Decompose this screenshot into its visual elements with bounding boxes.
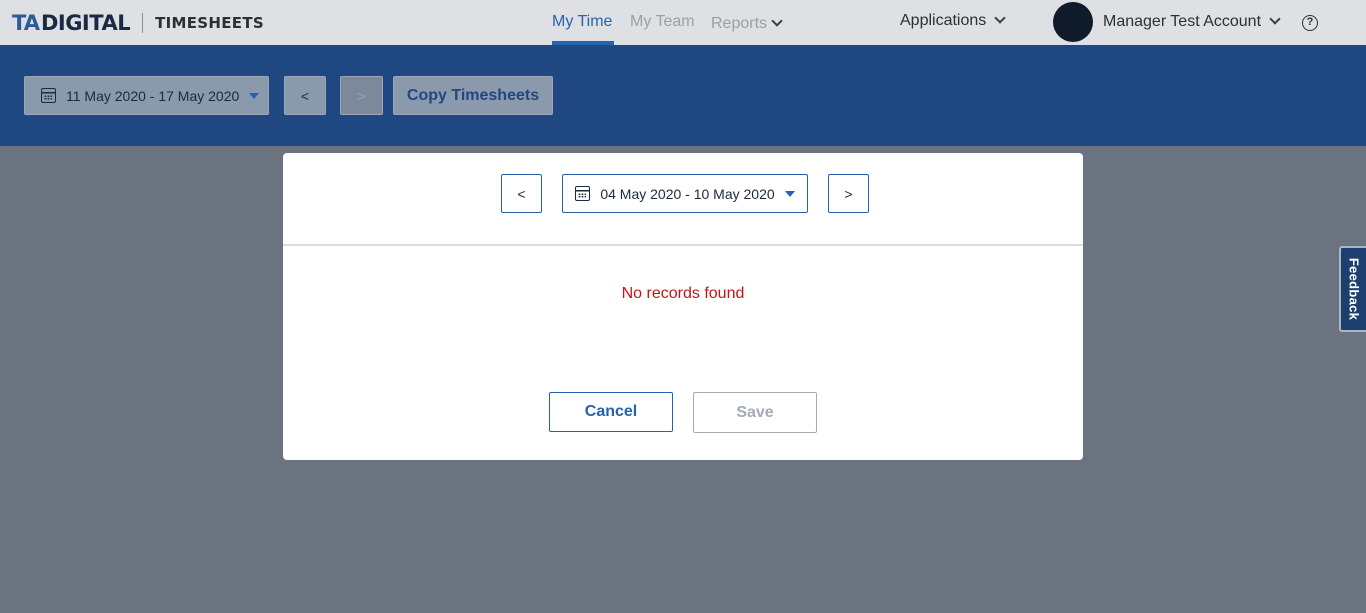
nav-reports[interactable]: Reports	[711, 15, 783, 33]
ta-digital-logo[interactable]: TA DIGITAL TIMESHEETS	[12, 11, 264, 35]
logo-digital-text: DIGITAL	[40, 11, 131, 35]
chevron-down-icon	[771, 15, 783, 27]
modal-next-week-button[interactable]: >	[828, 174, 869, 213]
nav-my-team[interactable]: My Team	[630, 13, 695, 31]
feedback-tab[interactable]: Feedback	[1339, 246, 1366, 332]
account-name: Manager Test Account	[1103, 13, 1262, 30]
logo-divider	[142, 13, 144, 33]
calendar-icon	[41, 88, 56, 103]
timesheet-toolbar: 11 May 2020 - 17 May 2020 < > Copy Times…	[0, 45, 1366, 146]
chevron-down-icon	[1269, 13, 1281, 25]
caret-down-icon	[784, 190, 795, 197]
modal-week-picker-label: 04 May 2020 - 10 May 2020	[600, 185, 775, 202]
cancel-button[interactable]: Cancel	[549, 392, 673, 432]
modal-previous-week-button[interactable]: <	[501, 174, 542, 213]
week-picker-label: 11 May 2020 - 17 May 2020	[66, 87, 240, 104]
top-navbar: TA DIGITAL TIMESHEETS My Time My Team Re…	[0, 0, 1366, 45]
feedback-label: Feedback	[1346, 257, 1361, 321]
modal-divider	[283, 244, 1083, 246]
copy-timesheets-button[interactable]: Copy Timesheets	[393, 76, 553, 115]
nav-my-time[interactable]: My Time	[552, 13, 612, 31]
save-button[interactable]: Save	[693, 392, 817, 433]
week-picker[interactable]: 11 May 2020 - 17 May 2020	[24, 76, 269, 115]
modal-week-picker[interactable]: 04 May 2020 - 10 May 2020	[562, 174, 808, 213]
avatar[interactable]	[1053, 2, 1093, 42]
applications-menu[interactable]: Applications	[900, 12, 1006, 30]
applications-label: Applications	[900, 12, 987, 29]
help-icon[interactable]: ?	[1302, 15, 1318, 31]
product-name: TIMESHEETS	[155, 14, 264, 32]
nav-reports-label: Reports	[711, 15, 768, 32]
copy-timesheets-dialog: < 04 May 2020 - 10 May 2020 > No records…	[283, 153, 1083, 460]
empty-state-message: No records found	[621, 285, 745, 302]
calendar-icon	[575, 186, 591, 201]
account-menu[interactable]: Manager Test Account	[1103, 13, 1281, 31]
next-week-button[interactable]: >	[340, 76, 383, 115]
chevron-down-icon	[994, 12, 1006, 24]
logo-ta-text: TA	[12, 11, 40, 35]
caret-down-icon	[249, 92, 260, 99]
previous-week-button[interactable]: <	[284, 76, 326, 115]
